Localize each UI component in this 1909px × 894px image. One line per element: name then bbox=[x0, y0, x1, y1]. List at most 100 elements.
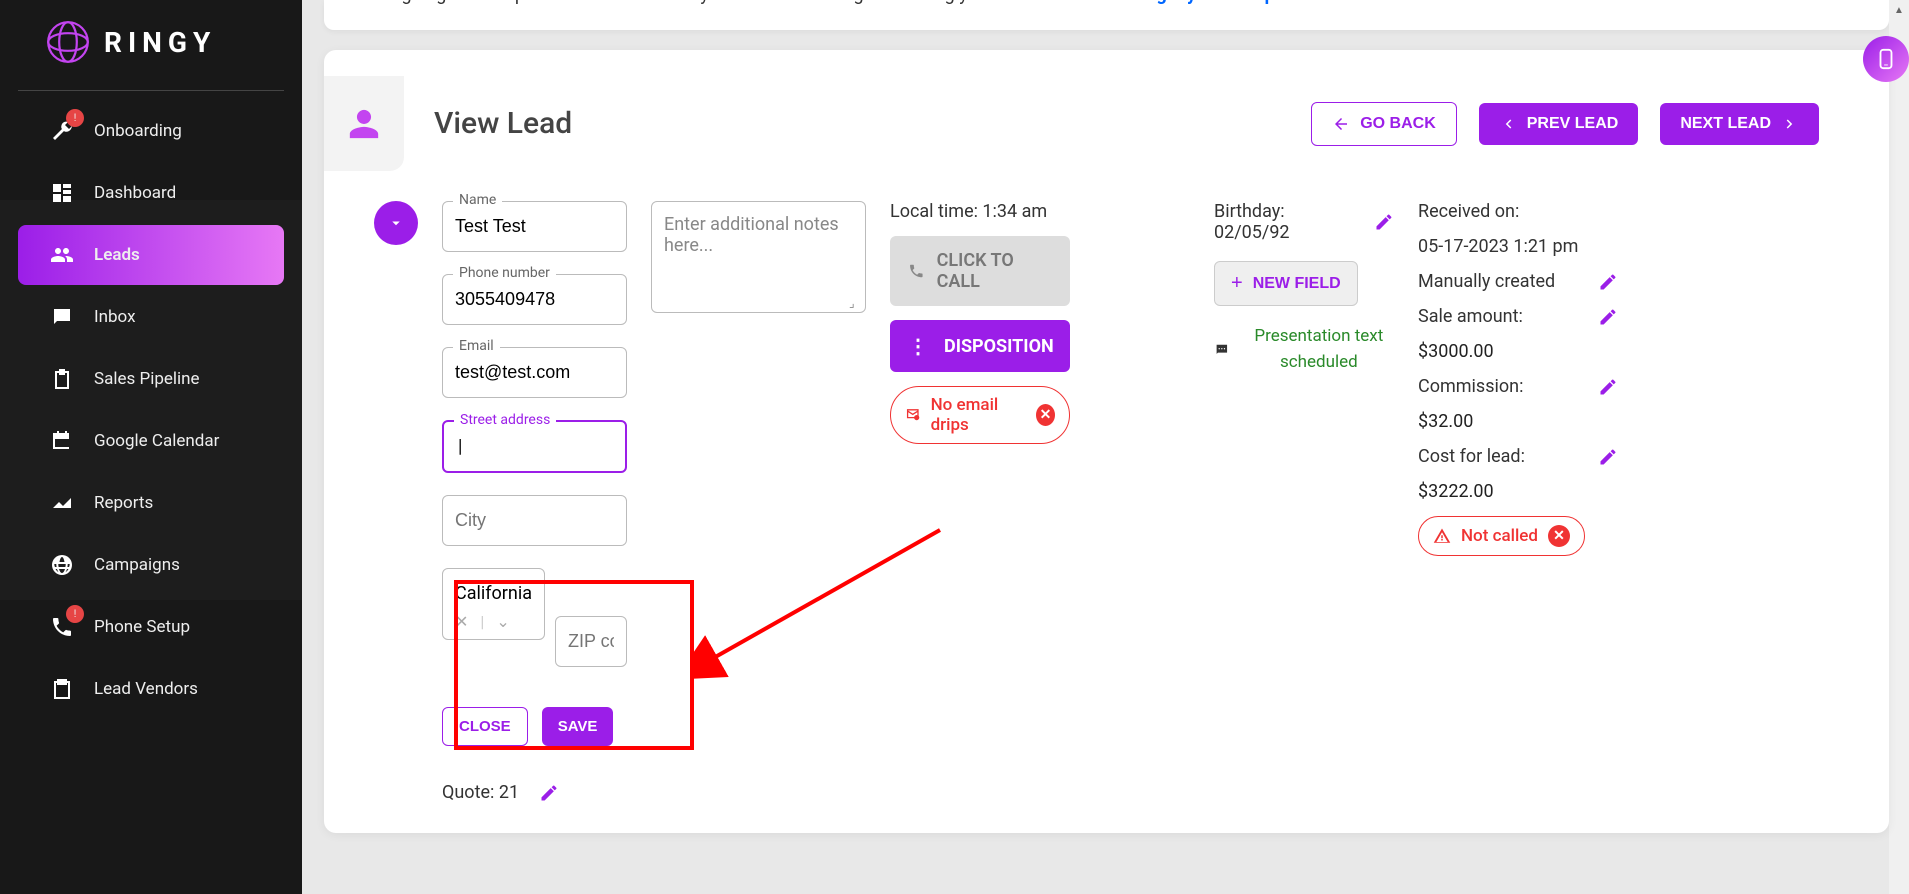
zip-input[interactable] bbox=[568, 631, 614, 652]
close-icon[interactable]: ✕ bbox=[1548, 525, 1570, 547]
close-button[interactable]: CLOSE bbox=[442, 707, 528, 746]
chevron-left-icon bbox=[1499, 115, 1517, 133]
zip-field[interactable] bbox=[555, 616, 627, 667]
edit-source-icon[interactable] bbox=[1598, 272, 1618, 292]
mail-alert-icon bbox=[905, 406, 921, 424]
sale-amount-value: $3000.00 bbox=[1418, 341, 1618, 362]
plus-icon: + bbox=[1231, 272, 1243, 295]
quote-label: Quote: 21 bbox=[442, 782, 519, 803]
nav-label: Reports bbox=[94, 493, 153, 513]
sidebar: RINGY Onboarding! Dashboard Leads Inbox Sale… bbox=[0, 0, 302, 894]
collapse-button[interactable] bbox=[374, 201, 418, 245]
banner-link[interactable]: Click here to get your first phone numbe… bbox=[1051, 0, 1386, 5]
nav-label: Campaigns bbox=[94, 555, 180, 575]
person-icon bbox=[347, 107, 381, 141]
sale-amount-label: Sale amount: bbox=[1418, 306, 1523, 327]
go-back-button[interactable]: GO BACK bbox=[1311, 102, 1457, 146]
task-icon bbox=[50, 677, 74, 701]
people-icon bbox=[50, 243, 74, 267]
email-input[interactable] bbox=[455, 362, 614, 383]
grid-icon bbox=[50, 181, 74, 205]
chat-icon bbox=[50, 305, 74, 329]
commission-label: Commission: bbox=[1418, 376, 1523, 397]
nav-sales-pipeline[interactable]: Sales Pipeline bbox=[18, 349, 284, 409]
nav-label: Onboarding bbox=[94, 121, 182, 141]
calendar-icon bbox=[50, 429, 74, 453]
nav-campaigns[interactable]: Campaigns bbox=[18, 535, 284, 595]
chart-icon bbox=[50, 491, 74, 515]
nav-label: Phone Setup bbox=[94, 617, 190, 637]
close-icon[interactable]: ✕ bbox=[1036, 404, 1055, 426]
nav-label: Inbox bbox=[94, 307, 136, 327]
clipboard-icon bbox=[50, 367, 74, 391]
nav-inbox[interactable]: Inbox bbox=[18, 287, 284, 347]
nav-leads[interactable]: Leads bbox=[18, 225, 284, 285]
chevron-down-icon bbox=[387, 214, 405, 232]
edit-birthday-icon[interactable] bbox=[1374, 212, 1394, 232]
email-field[interactable]: Email bbox=[442, 347, 627, 398]
scrollbar[interactable]: ▲ bbox=[1889, 0, 1909, 894]
globe-icon bbox=[50, 553, 74, 577]
alert-badge: ! bbox=[66, 605, 84, 623]
click-to-call-button[interactable]: CLICK TO CALL bbox=[890, 236, 1070, 306]
alert-badge: ! bbox=[66, 109, 84, 127]
clear-icon[interactable]: ✕ bbox=[455, 612, 468, 631]
nav-label: Dashboard bbox=[94, 183, 176, 203]
chevron-right-icon bbox=[1781, 115, 1799, 133]
state-select[interactable]: California ✕ | ⌄ bbox=[442, 568, 545, 640]
city-input[interactable] bbox=[455, 510, 614, 531]
page-title: View Lead bbox=[434, 106, 1289, 141]
nav-onboarding[interactable]: Onboarding! bbox=[18, 101, 284, 161]
lead-card: View Lead GO BACK PREV LEAD NEXT LEAD N bbox=[324, 50, 1889, 833]
nav-reports[interactable]: Reports bbox=[18, 473, 284, 533]
new-field-button[interactable]: + NEW FIELD bbox=[1214, 261, 1358, 306]
person-tab[interactable] bbox=[324, 76, 404, 171]
phone-setup-banner: You're going to need phone numbers befor… bbox=[324, 0, 1889, 30]
arrow-left-icon bbox=[1332, 115, 1350, 133]
nav-lead-vendors[interactable]: Lead Vendors bbox=[18, 659, 284, 719]
cost-value: $3222.00 bbox=[1418, 481, 1618, 502]
cost-label: Cost for lead: bbox=[1418, 446, 1525, 467]
city-field[interactable] bbox=[442, 495, 627, 546]
nav-dashboard[interactable]: Dashboard bbox=[18, 163, 284, 223]
street-input[interactable] bbox=[456, 436, 613, 457]
phone-field[interactable]: Phone number bbox=[442, 274, 627, 325]
chevron-down-icon[interactable]: ⌄ bbox=[496, 612, 509, 631]
disposition-button[interactable]: ⋮ DISPOSITION bbox=[890, 320, 1070, 372]
phone-input[interactable] bbox=[455, 289, 614, 310]
nav-label: Leads bbox=[94, 245, 140, 265]
prev-lead-button[interactable]: PREV LEAD bbox=[1479, 103, 1639, 145]
logo-icon bbox=[46, 20, 90, 64]
edit-quote-icon[interactable] bbox=[539, 783, 559, 803]
scroll-up-icon[interactable]: ▲ bbox=[1889, 0, 1909, 20]
resize-handle-icon[interactable]: ⌟ bbox=[849, 296, 861, 308]
received-on-label: Received on: bbox=[1418, 201, 1618, 222]
name-input[interactable] bbox=[455, 216, 614, 237]
received-on-value: 05-17-2023 1:21 pm bbox=[1418, 236, 1618, 257]
brand-logo: RINGY bbox=[18, 0, 284, 91]
notes-textarea[interactable]: Enter additional notes here... ⌟ bbox=[651, 201, 866, 313]
chat-icon bbox=[1214, 339, 1230, 361]
nav-google-calendar[interactable]: Google Calendar bbox=[18, 411, 284, 471]
next-lead-button[interactable]: NEXT LEAD bbox=[1660, 103, 1819, 145]
edit-cost-icon[interactable] bbox=[1598, 447, 1618, 467]
nav-label: Lead Vendors bbox=[94, 679, 198, 699]
edit-commission-icon[interactable] bbox=[1598, 377, 1618, 397]
no-email-drips-pill[interactable]: No email drips ✕ bbox=[890, 386, 1070, 444]
presentation-status: Presentation text scheduled bbox=[1214, 324, 1394, 375]
warning-icon bbox=[1433, 527, 1451, 545]
birthday-label: Birthday: 02/05/92 bbox=[1214, 201, 1364, 243]
kebab-icon: ⋮ bbox=[908, 334, 928, 358]
brand-text: RINGY bbox=[104, 26, 216, 59]
edit-sale-icon[interactable] bbox=[1598, 307, 1618, 327]
state-value: California bbox=[455, 583, 532, 604]
save-button[interactable]: SAVE bbox=[542, 707, 614, 746]
not-called-pill[interactable]: Not called ✕ bbox=[1418, 516, 1585, 556]
commission-value: $32.00 bbox=[1418, 411, 1618, 432]
dialer-fab[interactable] bbox=[1863, 36, 1909, 82]
nav-label: Sales Pipeline bbox=[94, 369, 200, 389]
name-field[interactable]: Name bbox=[442, 201, 627, 252]
nav-phone-setup[interactable]: Phone Setup! bbox=[18, 597, 284, 657]
street-field[interactable]: Street address | bbox=[442, 420, 627, 473]
banner-text: You're going to need phone numbers befor… bbox=[348, 0, 1046, 5]
